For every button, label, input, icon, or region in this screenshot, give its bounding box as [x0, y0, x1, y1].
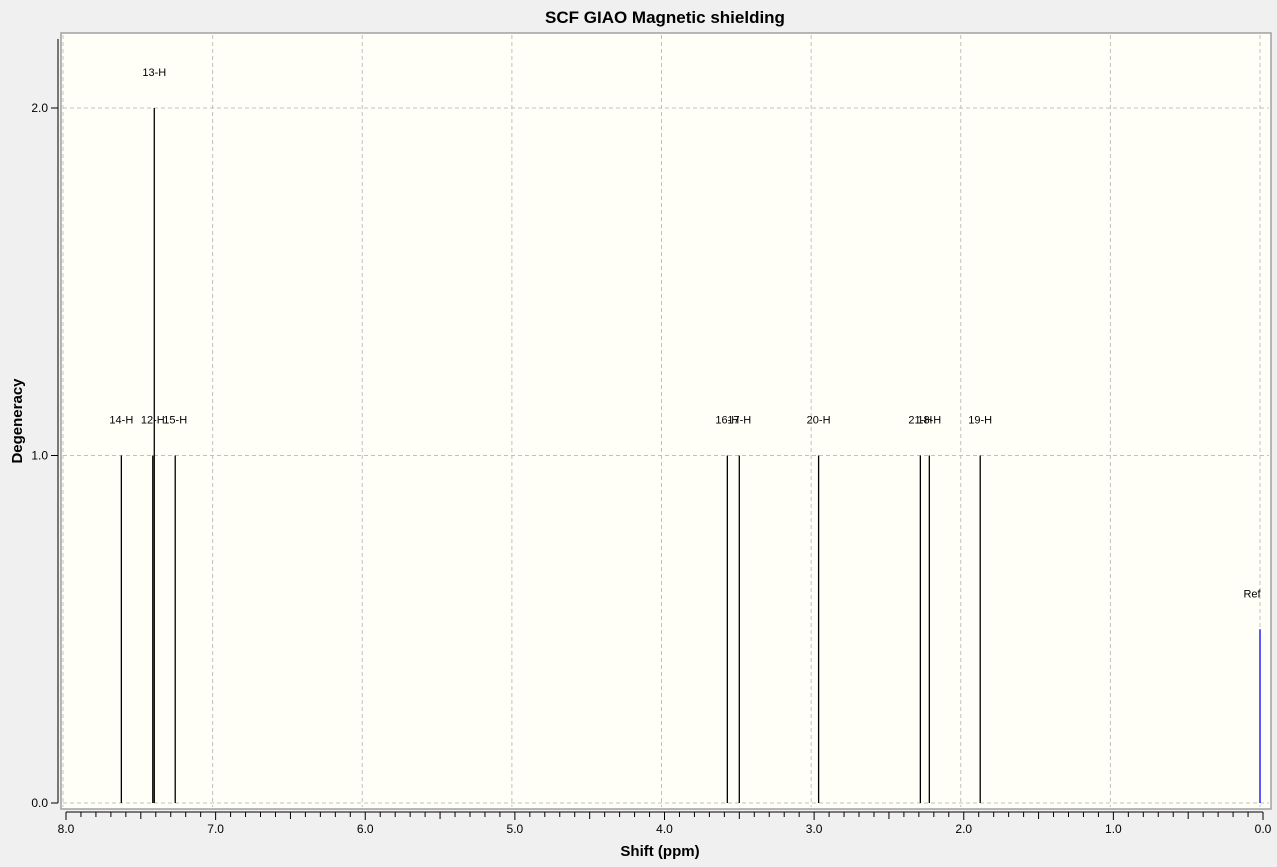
- x-tick-label: 4.0: [656, 822, 673, 836]
- x-tick-label: 3.0: [806, 822, 823, 836]
- peak-label: 12-H: [141, 415, 165, 427]
- plot-area: [60, 32, 1272, 810]
- y-axis-label: Degeneracy: [9, 378, 26, 464]
- peak-label: 19-H: [968, 415, 992, 427]
- peak-label: 18-H: [917, 415, 941, 427]
- y-tick-label: 1.0: [31, 449, 48, 463]
- x-axis-label: Shift (ppm): [620, 843, 699, 860]
- x-tick-label: 7.0: [207, 822, 224, 836]
- x-tick-label: 0.0: [1255, 822, 1272, 836]
- nmr-chart: SCF GIAO Magnetic shielding 8.0 7.0 6.0 5.0…: [9, 8, 1272, 860]
- peak-label: 15-H: [163, 415, 187, 427]
- y-tick-label: 0.0: [31, 796, 48, 810]
- x-tick-label: 8.0: [58, 822, 75, 836]
- x-tick-label: 2.0: [955, 822, 972, 836]
- peak-label: Ref: [1243, 588, 1261, 600]
- peak-label: 17-H: [727, 415, 751, 427]
- peak-label: 14-H: [109, 415, 133, 427]
- y-tick-label: 2.0: [31, 101, 48, 115]
- x-tick-label: 5.0: [507, 822, 524, 836]
- peak-label: 13-H: [142, 67, 166, 79]
- peak-label: 20-H: [807, 415, 831, 427]
- x-tick-label: 6.0: [357, 822, 374, 836]
- x-tick-label: 1.0: [1105, 822, 1122, 836]
- chart-title: SCF GIAO Magnetic shielding: [545, 8, 785, 27]
